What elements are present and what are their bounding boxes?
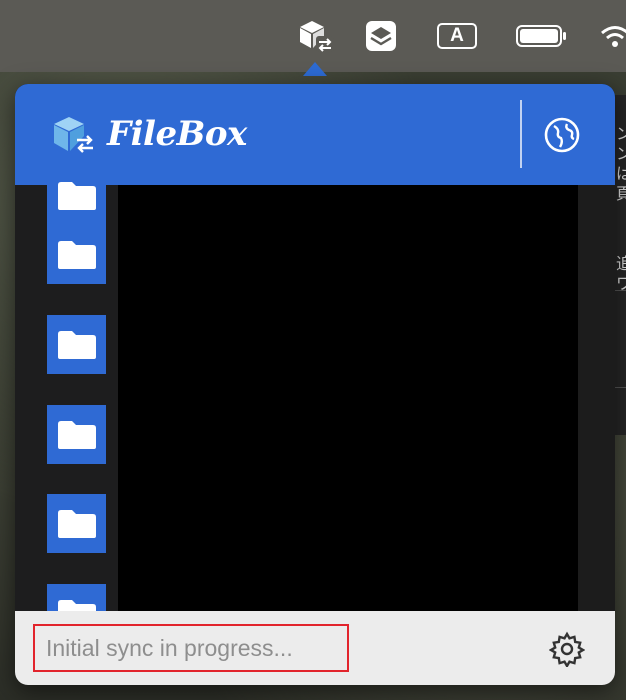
filebox-popover: FileBox Initial sync in progress... xyxy=(15,84,615,685)
file-list-area[interactable] xyxy=(118,185,578,611)
folder-icon xyxy=(57,330,96,359)
wifi-glyph xyxy=(601,26,626,47)
folder-icon xyxy=(57,240,96,269)
popover-arrow xyxy=(303,62,327,76)
folder-item[interactable] xyxy=(47,225,106,284)
input-source-label: A xyxy=(437,23,477,49)
folder-icon xyxy=(57,509,96,538)
cube-sync-icon xyxy=(300,21,334,52)
popover-footer: Initial sync in progress... xyxy=(15,611,615,685)
input-source-menu[interactable]: A xyxy=(432,0,482,72)
header-divider xyxy=(520,100,522,168)
app-title: FileBox xyxy=(107,114,247,154)
app-brand: FileBox xyxy=(51,112,247,156)
wifi-icon[interactable] xyxy=(600,0,626,72)
folder-item[interactable] xyxy=(47,315,106,374)
scrollbar[interactable] xyxy=(578,185,615,611)
folder-item[interactable] xyxy=(47,405,106,464)
sync-status-text: Initial sync in progress... xyxy=(33,624,349,672)
folder-icon xyxy=(57,420,96,449)
globe-icon xyxy=(544,117,580,153)
folder-item[interactable] xyxy=(47,494,106,553)
battery-icon[interactable] xyxy=(514,0,570,72)
gear-icon xyxy=(548,631,586,669)
folder-icon xyxy=(57,181,96,210)
folder-list[interactable] xyxy=(15,166,118,643)
folder-item[interactable] xyxy=(47,166,106,225)
layers-glyph xyxy=(366,21,396,51)
settings-button[interactable] xyxy=(548,631,586,669)
file-browser xyxy=(15,166,615,643)
battery-glyph xyxy=(516,25,566,47)
cube-sync-icon xyxy=(54,117,93,153)
globe-button[interactable] xyxy=(543,116,581,154)
layers-icon[interactable] xyxy=(358,0,404,72)
